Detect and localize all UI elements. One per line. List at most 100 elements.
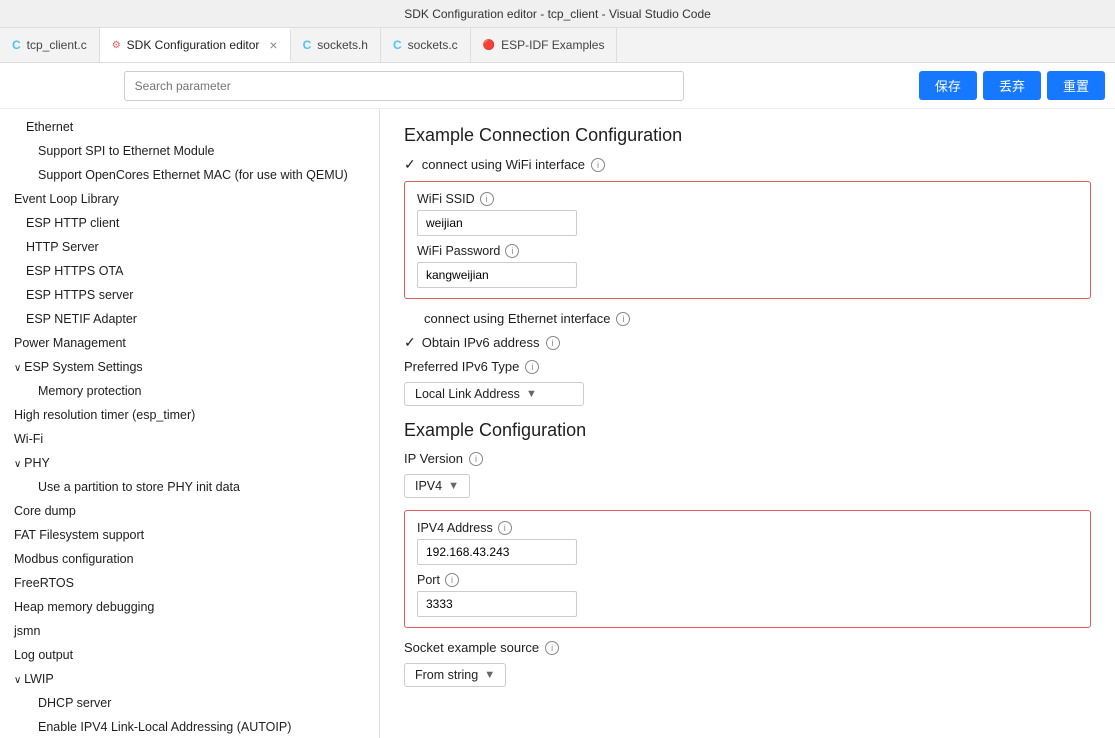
sidebar-item-spi-ethernet[interactable]: Support SPI to Ethernet Module [0,139,379,163]
wifi-password-info-icon[interactable]: i [505,244,519,258]
section-connection: Example Connection Configuration ✓ conne… [404,125,1091,406]
socket-source-dropdown-arrow: ▼ [484,669,495,681]
main-layout: Ethernet Support SPI to Ethernet Module … [0,109,1115,738]
sidebar-item-lwip[interactable]: LWIP [0,667,379,691]
sidebar-item-http-server[interactable]: HTTP Server [0,235,379,259]
sidebar-item-event-loop[interactable]: Event Loop Library [0,187,379,211]
sidebar-item-phy-partition[interactable]: Use a partition to store PHY init data [0,475,379,499]
sidebar-item-https-ota[interactable]: ESP HTTPS OTA [0,259,379,283]
sidebar-item-netif[interactable]: ESP NETIF Adapter [0,307,379,331]
ipv6-type-dropdown-arrow: ▼ [526,388,537,400]
ip-version-dropdown-arrow: ▼ [448,480,459,492]
sidebar-item-freertos[interactable]: FreeRTOS [0,571,379,595]
obtain-ipv6-row: ✓ Obtain IPv6 address i [404,334,1091,351]
sidebar-item-heap-debug[interactable]: Heap memory debugging [0,595,379,619]
ip-port-box: IPV4 Address i Port i [404,510,1091,628]
wifi-ssid-info-icon[interactable]: i [480,192,494,206]
socket-source-label: Socket example source [404,640,539,655]
sdk-icon: ⚙ [112,40,121,51]
port-label: Port [417,573,440,587]
port-input[interactable] [417,591,577,617]
search-input[interactable] [124,71,684,101]
tab-sdk-config[interactable]: ⚙ SDK Configuration editor × [100,28,291,62]
sidebar-item-power[interactable]: Power Management [0,331,379,355]
tab-bar: C tcp_client.c ⚙ SDK Configuration edito… [0,28,1115,63]
section-example-config-title: Example Configuration [404,420,1091,441]
ip-version-row: IP Version i [404,451,1091,466]
sidebar-item-ethernet[interactable]: Ethernet [0,115,379,139]
section-connection-title: Example Connection Configuration [404,125,1091,146]
save-button[interactable]: 保存 [919,71,977,100]
tab-label-sockets-h: sockets.h [317,38,368,52]
ipv4-address-label-row: IPV4 Address i [417,521,1078,535]
sidebar-item-https-server[interactable]: ESP HTTPS server [0,283,379,307]
preferred-ipv6-info-icon[interactable]: i [525,360,539,374]
connect-ethernet-info-icon[interactable]: i [616,312,630,326]
section-example-config: Example Configuration IP Version i IPV4 … [404,420,1091,687]
sidebar: Ethernet Support SPI to Ethernet Module … [0,109,380,738]
wifi-password-input[interactable] [417,262,577,288]
ipv4-address-input[interactable] [417,539,577,565]
c-icon-3: C [393,38,402,52]
tab-label-esp-idf: ESP-IDF Examples [501,38,604,52]
wifi-ssid-input[interactable] [417,210,577,236]
socket-source-dropdown[interactable]: From string ▼ [404,663,506,687]
port-info-icon[interactable]: i [445,573,459,587]
tab-label-tcp-client: tcp_client.c [27,38,87,52]
ip-version-value: IPV4 [415,479,442,493]
connect-wifi-label: connect using WiFi interface [422,157,585,172]
sidebar-item-timer[interactable]: High resolution timer (esp_timer) [0,403,379,427]
sidebar-item-opencores[interactable]: Support OpenCores Ethernet MAC (for use … [0,163,379,187]
sidebar-item-autoip[interactable]: Enable IPV4 Link-Local Addressing (AUTOI… [0,715,379,738]
search-box [124,71,684,101]
sidebar-item-dhcp-server[interactable]: DHCP server [0,691,379,715]
reset-button[interactable]: 重置 [1047,71,1105,100]
ipv6-type-value: Local Link Address [415,387,520,401]
sidebar-item-modbus[interactable]: Modbus configuration [0,547,379,571]
ipv4-address-info-icon[interactable]: i [498,521,512,535]
wifi-checkmark: ✓ [404,156,416,173]
connect-ethernet-label: connect using Ethernet interface [424,311,610,326]
preferred-ipv6-label: Preferred IPv6 Type [404,359,519,374]
connect-ethernet-row: connect using Ethernet interface i [404,311,1091,326]
obtain-ipv6-label: Obtain IPv6 address [422,335,540,350]
ipv4-address-label: IPV4 Address [417,521,493,535]
sidebar-item-memory-protection[interactable]: Memory protection [0,379,379,403]
toolbar: 保存 丢弃 重置 [0,63,1115,109]
tab-label-sdk-config: SDK Configuration editor [127,38,260,52]
sidebar-item-fat-fs[interactable]: FAT Filesystem support [0,523,379,547]
ipv6-type-dropdown[interactable]: Local Link Address ▼ [404,382,584,406]
tab-sockets-c[interactable]: C sockets.c [381,28,471,62]
title-text: SDK Configuration editor - tcp_client - … [404,7,711,21]
sidebar-item-http-client[interactable]: ESP HTTP client [0,211,379,235]
wifi-password-label-row: WiFi Password i [417,244,1078,258]
esp-icon: 🔴 [483,40,495,51]
obtain-ipv6-info-icon[interactable]: i [546,336,560,350]
sidebar-item-core-dump[interactable]: Core dump [0,499,379,523]
ipv6-checkmark: ✓ [404,334,416,351]
preferred-ipv6-row: Preferred IPv6 Type i [404,359,1091,374]
wifi-ssid-label-row: WiFi SSID i [417,192,1078,206]
tab-tcp-client[interactable]: C tcp_client.c [0,28,100,62]
toolbar-buttons: 保存 丢弃 重置 [919,71,1105,100]
sidebar-item-log[interactable]: Log output [0,643,379,667]
tab-esp-idf[interactable]: 🔴 ESP-IDF Examples [471,28,618,62]
ip-version-info-icon[interactable]: i [469,452,483,466]
tab-sockets-h[interactable]: C sockets.h [291,28,381,62]
socket-source-value: From string [415,668,478,682]
ip-version-dropdown[interactable]: IPV4 ▼ [404,474,470,498]
c-icon-2: C [303,38,312,52]
ip-version-label: IP Version [404,451,463,466]
sidebar-item-phy[interactable]: PHY [0,451,379,475]
sidebar-item-wifi[interactable]: Wi-Fi [0,427,379,451]
discard-button[interactable]: 丢弃 [983,71,1041,100]
c-icon: C [12,38,21,52]
connect-wifi-info-icon[interactable]: i [591,158,605,172]
wifi-credentials-box: WiFi SSID i WiFi Password i [404,181,1091,299]
wifi-ssid-label: WiFi SSID [417,192,475,206]
socket-source-info-icon[interactable]: i [545,641,559,655]
socket-source-row: Socket example source i [404,640,1091,655]
sidebar-item-esp-system[interactable]: ESP System Settings [0,355,379,379]
sidebar-item-jsmn[interactable]: jsmn [0,619,379,643]
close-icon[interactable]: × [269,37,277,53]
